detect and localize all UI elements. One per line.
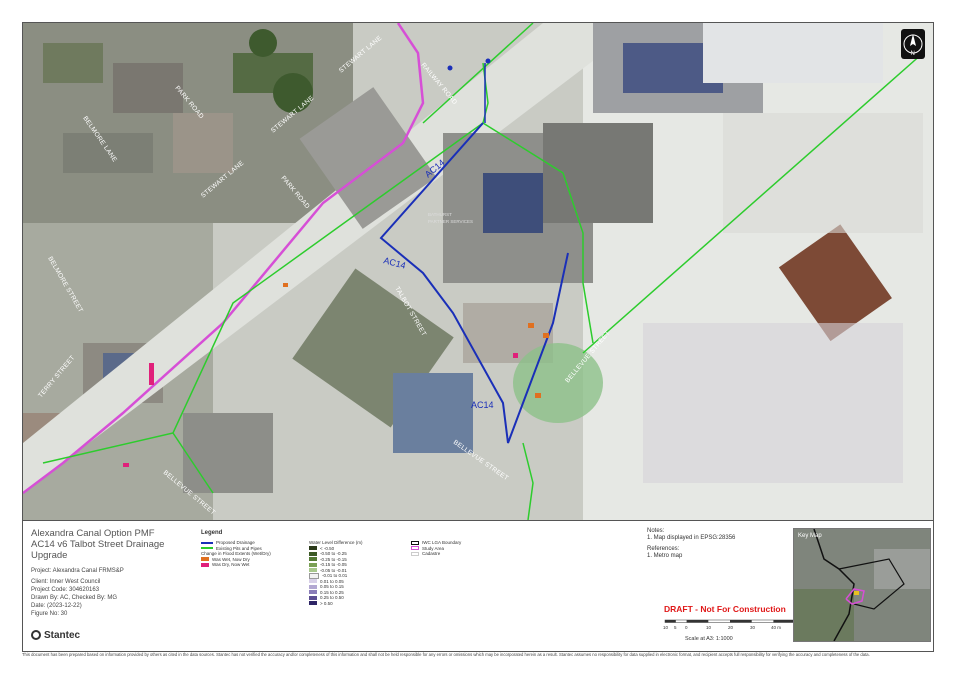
title-block: Alexandra Canal Option PMF AC14 v6 Talbo…	[31, 528, 191, 618]
scale-tick: 10	[706, 625, 712, 630]
logo-text: Stantec	[44, 630, 81, 641]
scale-tick: 0	[685, 625, 688, 630]
legend-item: > 0.50	[309, 601, 379, 607]
aerial-map: RAILWAY ROAD STEWART LANE STEWART LANE S…	[23, 23, 933, 520]
stantec-logo-icon	[31, 630, 41, 641]
scale-label: Scale at A3: 1:1000	[685, 636, 733, 642]
figure-number: Figure No: 30	[31, 611, 68, 617]
project-name: Project: Alexandra Canal FRMS&P	[31, 568, 124, 574]
legend-primary: Proposed Drainage Existing Pits and Pipe…	[201, 540, 289, 568]
note-1: 1. Map displayed in EPSG:28356	[647, 535, 736, 541]
scale-tick: 5	[674, 625, 677, 630]
project-code: Project Code: 304620163	[31, 587, 100, 593]
stantec-logo: Stantec	[31, 630, 80, 641]
draft-stamp: DRAFT - Not For Construction	[664, 604, 786, 614]
notes: Notes: 1. Map displayed in EPSG:28356 Re…	[647, 528, 797, 560]
building-text-1: BATHURST	[428, 212, 452, 217]
drawn-by: Drawn By: AC, Checked By: MG	[31, 595, 118, 601]
map-sheet: RAILWAY ROAD STEWART LANE STEWART LANE S…	[22, 22, 934, 652]
figure-title-line3: Upgrade	[31, 550, 68, 561]
reference-1: 1. Metro map	[647, 553, 683, 559]
figure-title-line2: AC14 v6 Talbot Street Drainage	[31, 539, 165, 550]
building-text-2: PARTNER SERVICES	[428, 219, 473, 224]
scale-tick: 10	[663, 625, 669, 630]
legend-item: Cadastre	[411, 551, 501, 557]
scale-tick: 30	[750, 625, 756, 630]
legend-item: Was Dry, Now Wet	[201, 562, 289, 568]
date: Date: (2023-12-22)	[31, 603, 82, 609]
title-panel: Alexandra Canal Option PMF AC14 v6 Talbo…	[23, 520, 933, 651]
north-arrow-icon: N	[901, 29, 925, 59]
map-view[interactable]: RAILWAY ROAD STEWART LANE STEWART LANE S…	[23, 23, 933, 521]
notes-title: Notes:	[647, 528, 665, 534]
figure-title-line1: Alexandra Canal Option PMF	[31, 528, 155, 539]
legend-boundaries: IWC LGA Boundary Study Area Cadastre	[411, 540, 501, 557]
scale-tick: 40 m	[771, 625, 781, 630]
key-map[interactable]: Key Map	[793, 528, 931, 642]
references-title: References:	[647, 546, 680, 552]
legend-title: Legend	[201, 530, 223, 536]
client-name: Client: Inner West Council	[31, 579, 101, 585]
legend: Legend Proposed Drainage Existing Pits a…	[201, 530, 511, 640]
scale-tick: 20	[728, 625, 734, 630]
disclaimer: This document has been prepared based on…	[22, 652, 870, 657]
drainage-label-ac14-3: AC14	[471, 400, 494, 410]
legend-water-level: Water Level Difference (m) < -0.50 -0.50…	[309, 540, 379, 606]
north-arrow-label: N	[911, 51, 915, 57]
key-map-title: Key Map	[798, 533, 822, 539]
scale-bar: 10 5 0 10 20 30 40 m	[663, 618, 808, 630]
